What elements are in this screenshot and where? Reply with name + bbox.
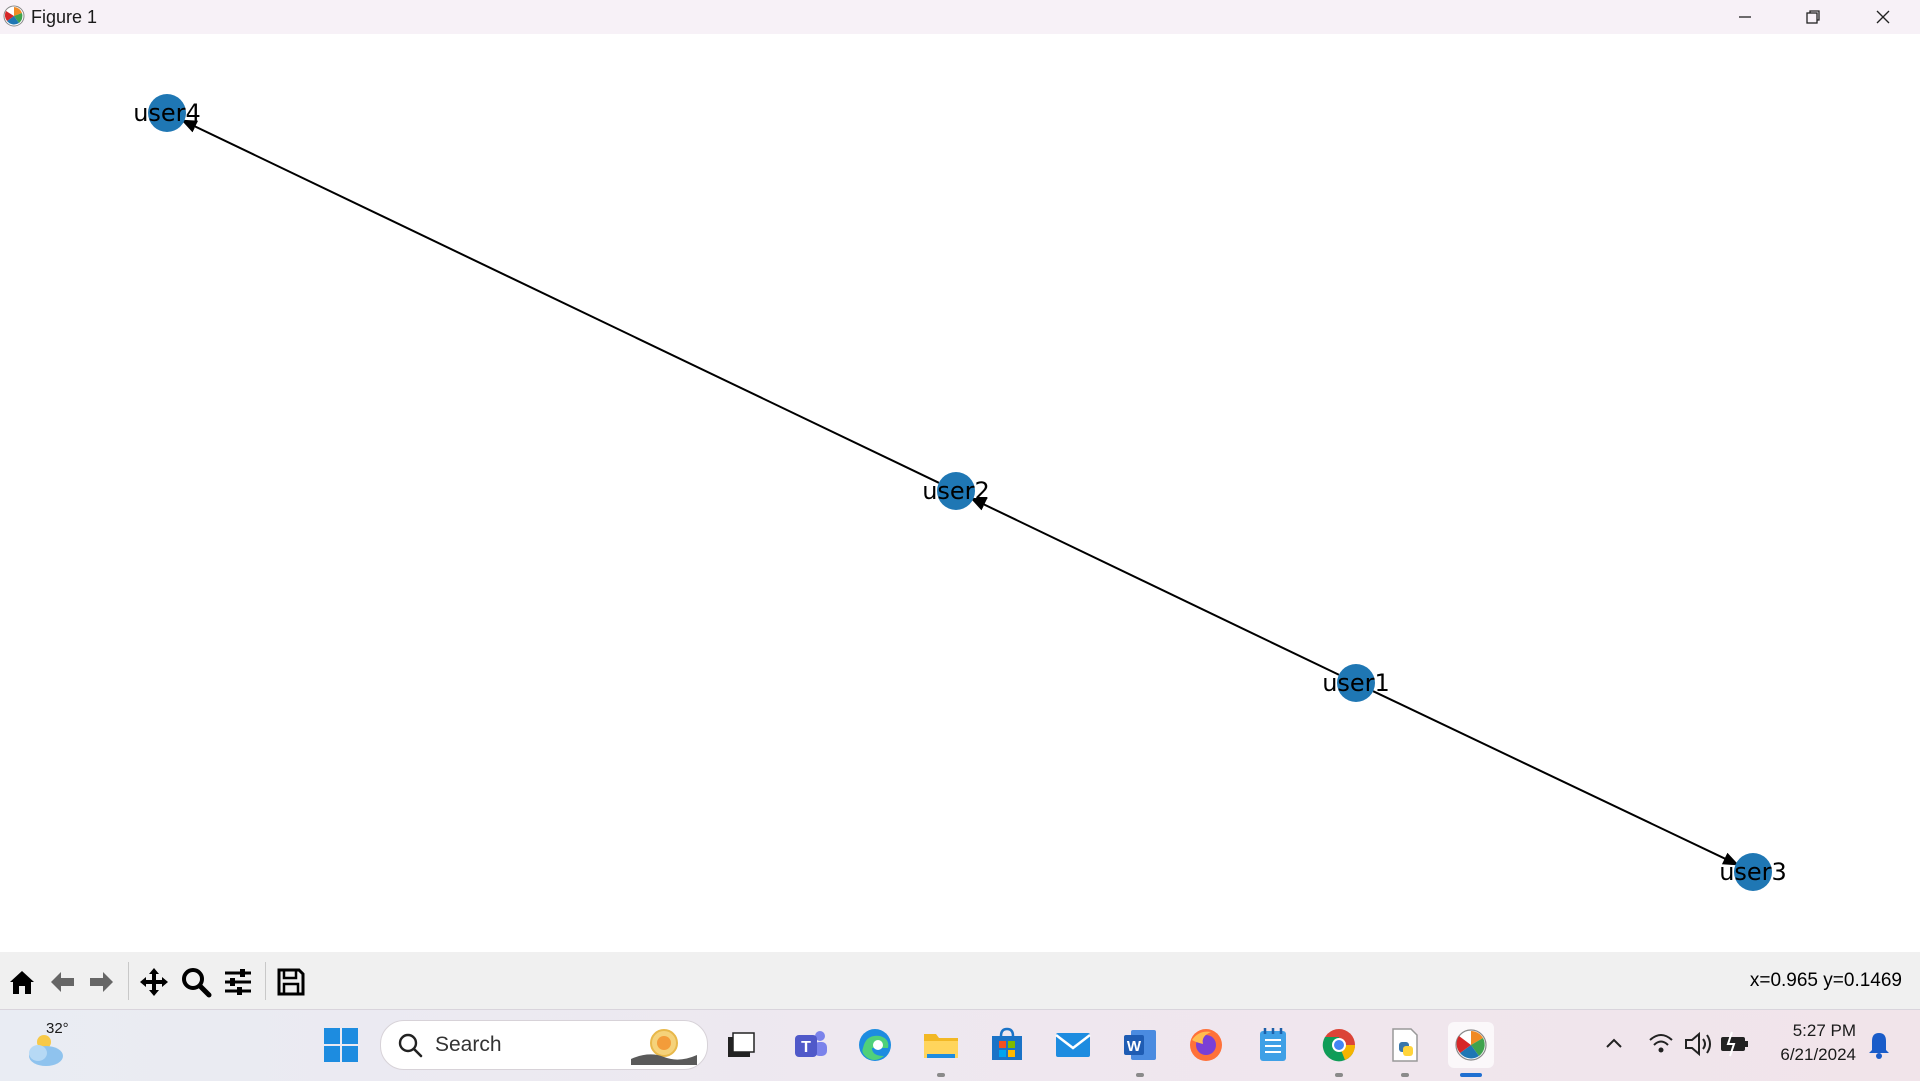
- restore-icon: [1806, 10, 1820, 24]
- task-view-button[interactable]: [718, 1022, 764, 1068]
- task-view-icon: [728, 1032, 755, 1057]
- speaker-icon: [1685, 1031, 1711, 1057]
- word-icon: W: [1124, 1030, 1156, 1060]
- search-placeholder: Search: [435, 1033, 502, 1056]
- teams-button[interactable]: T: [788, 1022, 834, 1068]
- running-indicator: [1401, 1073, 1409, 1077]
- search-highlight-icon: [631, 1029, 697, 1065]
- node-label-user4: user4: [133, 99, 201, 127]
- windows-start-icon: [324, 1028, 358, 1062]
- firefox-icon: [1190, 1029, 1222, 1061]
- firefox-button[interactable]: [1183, 1022, 1229, 1068]
- microsoft-store-icon: [992, 1027, 1022, 1060]
- edge-user2-to-user4: [180, 119, 940, 484]
- close-icon: [1876, 10, 1890, 24]
- mail-button[interactable]: [1050, 1022, 1096, 1068]
- zoom-icon: [182, 968, 212, 998]
- node-label-user3: user3: [1719, 858, 1787, 886]
- window-titlebar: Figure 1: [0, 0, 1920, 34]
- volume-button[interactable]: [1682, 1020, 1714, 1072]
- show-hidden-icons-button[interactable]: [1598, 1020, 1630, 1072]
- battery-button[interactable]: [1718, 1020, 1752, 1072]
- toolbar-separator: [265, 962, 266, 1000]
- edge-icon: [859, 1029, 891, 1061]
- cursor-coordinates: x=0.965 y=0.1469: [1749, 970, 1902, 991]
- configure-subplots-icon: [225, 969, 251, 995]
- notepad-button[interactable]: [1250, 1022, 1296, 1068]
- running-indicator: [1335, 1073, 1343, 1077]
- pan-icon: [140, 968, 168, 996]
- home-button[interactable]: [3, 963, 41, 1001]
- back-button[interactable]: [43, 963, 81, 1001]
- save-button[interactable]: [272, 963, 310, 1001]
- python-file-button[interactable]: [1382, 1022, 1428, 1077]
- navigation-toolbar: x=0.965 y=0.1469: [0, 952, 1920, 1009]
- running-indicator: [937, 1073, 945, 1077]
- word-button[interactable]: W: [1117, 1022, 1163, 1077]
- figure-canvas[interactable]: user4 user2 user1 user3: [0, 34, 1920, 952]
- minimize-button[interactable]: [1710, 0, 1780, 34]
- configure-subplots-button[interactable]: [219, 963, 257, 1001]
- matplotlib-logo-icon: [3, 5, 25, 27]
- file-explorer-button[interactable]: [918, 1022, 964, 1077]
- close-button[interactable]: [1848, 0, 1918, 34]
- file-explorer-icon: [924, 1034, 958, 1058]
- weather-temperature: 32°: [46, 1020, 69, 1037]
- chevron-up-icon: [1606, 1038, 1622, 1048]
- active-indicator: [1460, 1073, 1482, 1077]
- taskbar-search-box[interactable]: Search: [380, 1020, 708, 1070]
- back-arrow-icon: [51, 972, 74, 992]
- microsoft-store-button[interactable]: [984, 1022, 1030, 1068]
- network-button[interactable]: [1646, 1020, 1676, 1072]
- toolbar-separator: [128, 962, 129, 1000]
- window-title: Figure 1: [31, 7, 98, 27]
- python-file-icon: [1392, 1028, 1418, 1062]
- home-icon: [10, 971, 34, 994]
- notifications-button[interactable]: [1864, 1020, 1894, 1072]
- clock-time[interactable]: 5:27 PM: [1793, 1021, 1856, 1041]
- edge-button[interactable]: [852, 1022, 898, 1068]
- node-label-user1: user1: [1322, 669, 1390, 697]
- clock-date[interactable]: 6/21/2024: [1780, 1045, 1856, 1065]
- pan-button[interactable]: [135, 963, 173, 1001]
- notepad-icon: [1260, 1028, 1286, 1061]
- matplotlib-figure-icon: [1455, 1029, 1487, 1061]
- edge-user1-to-user3: [1372, 690, 1740, 866]
- restore-button[interactable]: [1778, 0, 1848, 34]
- matplotlib-figure-button[interactable]: [1448, 1022, 1494, 1077]
- forward-button[interactable]: [83, 963, 121, 1001]
- svg-text:T: T: [801, 1039, 811, 1056]
- mail-icon: [1055, 1033, 1091, 1057]
- svg-text:W: W: [1127, 1038, 1142, 1055]
- minimize-icon: [1739, 16, 1751, 18]
- network-graph: user4 user2 user1 user3: [133, 94, 1787, 891]
- zoom-button[interactable]: [177, 963, 215, 1001]
- node-label-user2: user2: [922, 477, 990, 505]
- bell-icon: [1869, 1033, 1889, 1059]
- forward-arrow-icon: [90, 972, 113, 992]
- save-icon: [277, 968, 305, 996]
- wifi-icon: [1649, 1034, 1673, 1053]
- chrome-icon: [1322, 1029, 1356, 1062]
- teams-icon: T: [795, 1031, 827, 1057]
- chrome-button[interactable]: [1316, 1022, 1362, 1077]
- running-indicator: [1136, 1073, 1144, 1077]
- battery-charging-icon: [1721, 1031, 1748, 1057]
- search-icon: [398, 1033, 423, 1058]
- edge-user1-to-user2: [969, 497, 1340, 676]
- start-button[interactable]: [318, 1022, 364, 1068]
